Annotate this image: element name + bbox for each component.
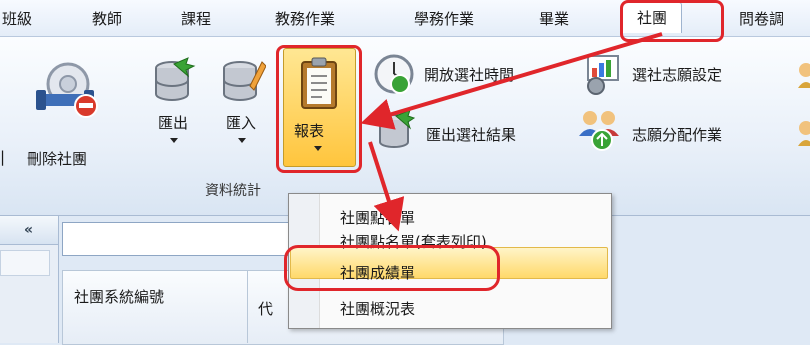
database-export-small-icon (379, 109, 416, 148)
people-icon (798, 63, 810, 146)
menu-academic[interactable]: 教務作業 (275, 8, 335, 29)
export-caret-icon (170, 138, 178, 143)
left-panel-item[interactable] (0, 250, 50, 276)
preference-assignment-label: 志願分配作業 (632, 126, 723, 144)
export-selection-result-label: 匯出選社結果 (426, 126, 517, 144)
clock-icon (374, 54, 414, 94)
settings-chart-icon (587, 55, 619, 95)
menu-student-affairs[interactable]: 學務作業 (414, 8, 474, 29)
group-label-data-stats: 資料統計 (205, 183, 261, 199)
database-export-icon (155, 57, 196, 101)
database-import-icon (223, 61, 266, 101)
delete-club-icon (36, 62, 98, 118)
menu-survey[interactable]: 問卷調 (739, 8, 784, 29)
menu-item-attendance-sheet[interactable]: 社團點名單 (340, 207, 415, 228)
import-label: 匯入 (226, 114, 257, 132)
preference-setting-label: 選社志願設定 (632, 66, 723, 84)
open-selection-time-label: 開放選社時間 (424, 66, 515, 84)
menu-course[interactable]: 課程 (181, 8, 211, 29)
column-header-club-id[interactable]: 社團系統編號 (74, 286, 184, 308)
delete-club-label: 刪除社團 (27, 150, 88, 168)
menu-graduation[interactable]: 畢業 (539, 8, 569, 29)
report-highlight-frame (276, 45, 362, 173)
column-header-code[interactable]: 代 (258, 298, 273, 319)
menu-item-overview-sheet[interactable]: 社團概況表 (340, 298, 415, 319)
menu-teacher[interactable]: 教師 (92, 8, 122, 29)
import-caret-icon (238, 138, 246, 143)
search-input[interactable] (62, 222, 290, 256)
export-label: 匯出 (158, 114, 189, 132)
grade-sheet-highlight-frame (284, 245, 500, 291)
collapse-panel-button[interactable]: « (24, 222, 33, 238)
menu-class[interactable]: 班級 (2, 8, 32, 29)
people-group-icon (579, 111, 619, 151)
menu-club-highlight-frame (620, 0, 724, 42)
